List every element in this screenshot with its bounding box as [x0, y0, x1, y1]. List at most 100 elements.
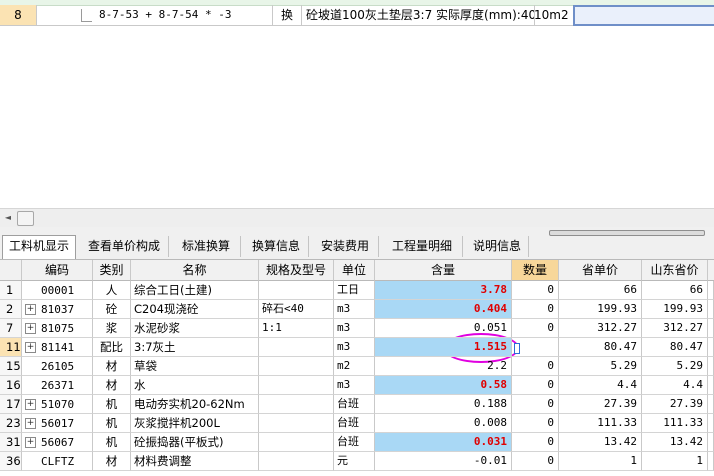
row-2-price-cell[interactable]: 199.93: [559, 300, 642, 319]
row-1-code-cell[interactable]: 00001: [22, 281, 93, 300]
expand-icon[interactable]: +: [25, 399, 36, 410]
row-15-qty-cell[interactable]: 2.2: [375, 357, 512, 376]
row-2-sd-cell[interactable]: 199.93: [642, 300, 708, 319]
expand-icon[interactable]: +: [25, 304, 36, 315]
row-1-qty-cell[interactable]: 3.78: [375, 281, 512, 300]
row-15-code-cell[interactable]: 26105: [22, 357, 93, 376]
row-7-code-cell[interactable]: +81075: [22, 319, 93, 338]
horizontal-scrollbar[interactable]: ◄: [0, 208, 714, 228]
row-2-cat-cell[interactable]: 砼: [93, 300, 131, 319]
row-23-count-cell[interactable]: 0: [512, 414, 559, 433]
row-31-unit-cell[interactable]: 台班: [334, 433, 375, 452]
row-17-price-cell[interactable]: 27.39: [559, 395, 642, 414]
tab-description[interactable]: 说明信息: [466, 236, 529, 257]
row-7-count-cell[interactable]: 0: [512, 319, 559, 338]
row-1-cat-cell[interactable]: 人: [93, 281, 131, 300]
code-cell[interactable]: 8-7-53 + 8-7-54 * -3: [37, 5, 273, 26]
row-17-sd-cell[interactable]: 27.39: [642, 395, 708, 414]
row-31-spec-cell[interactable]: [259, 433, 334, 452]
row-36-count-cell[interactable]: 0: [512, 452, 559, 471]
row-11-qty-cell[interactable]: 1.515: [375, 338, 512, 357]
row-1-num-cell[interactable]: 1: [0, 281, 22, 300]
row-11-sd-cell[interactable]: 80.47: [642, 338, 708, 357]
tab-install-fee[interactable]: 安装费用: [312, 236, 379, 257]
row-17-code-cell[interactable]: +51070: [22, 395, 93, 414]
row-23-num-cell[interactable]: 23: [0, 414, 22, 433]
row-11-code-cell[interactable]: +81141: [22, 338, 93, 357]
row-15-count-cell[interactable]: 0: [512, 357, 559, 376]
row-36-code-cell[interactable]: CLFTZ: [22, 452, 93, 471]
row-11-count-cell[interactable]: [512, 338, 559, 357]
row-17-qty-cell[interactable]: 0.188: [375, 395, 512, 414]
row-2-qty-cell[interactable]: 0.404: [375, 300, 512, 319]
row-15-sd-cell[interactable]: 5.29: [642, 357, 708, 376]
tab-quantity-detail[interactable]: 工程量明细: [382, 236, 463, 257]
scroll-thumb[interactable]: [17, 211, 34, 226]
row-31-num-cell[interactable]: 31: [0, 433, 22, 452]
row-7-cat-cell[interactable]: 浆: [93, 319, 131, 338]
row-23-price-cell[interactable]: 111.33: [559, 414, 642, 433]
row-36-sd-cell[interactable]: 1: [642, 452, 708, 471]
row-31-count-cell[interactable]: 0: [512, 433, 559, 452]
row-36-spec-cell[interactable]: [259, 452, 334, 471]
header-category[interactable]: 类别: [93, 260, 131, 281]
row-23-unit-cell[interactable]: 台班: [334, 414, 375, 433]
name-cell[interactable]: 砼坡道100灰土垫层3:7 实际厚度(mm):40: [302, 5, 535, 26]
header-code[interactable]: 编码: [22, 260, 93, 281]
row-31-name-cell[interactable]: 砼振捣器(平板式): [131, 433, 259, 452]
row-7-num-cell[interactable]: 7: [0, 319, 22, 338]
row-16-name-cell[interactable]: 水: [131, 376, 259, 395]
unit-cell[interactable]: 10m2: [531, 5, 575, 26]
row-31-qty-cell[interactable]: 0.031: [375, 433, 512, 452]
row-17-unit-cell[interactable]: 台班: [334, 395, 375, 414]
row-31-sd-cell[interactable]: 13.42: [642, 433, 708, 452]
row-36-unit-cell[interactable]: 元: [334, 452, 375, 471]
row-2-code-cell[interactable]: +81037: [22, 300, 93, 319]
row-15-num-cell[interactable]: 15: [0, 357, 22, 376]
expand-icon[interactable]: +: [25, 342, 36, 353]
header-shandong-price[interactable]: 山东省价: [642, 260, 708, 281]
row-16-code-cell[interactable]: 26371: [22, 376, 93, 395]
row-16-price-cell[interactable]: 4.4: [559, 376, 642, 395]
scroll-left-arrow-icon[interactable]: ◄: [3, 212, 13, 224]
row-23-name-cell[interactable]: 灰浆搅拌机200L: [131, 414, 259, 433]
row-2-name-cell[interactable]: C204现浇砼: [131, 300, 259, 319]
row-15-name-cell[interactable]: 草袋: [131, 357, 259, 376]
row-15-unit-cell[interactable]: m2: [334, 357, 375, 376]
row-1-spec-cell[interactable]: [259, 281, 334, 300]
row-1-unit-cell[interactable]: 工日: [334, 281, 375, 300]
row-2-unit-cell[interactable]: m3: [334, 300, 375, 319]
row-23-spec-cell[interactable]: [259, 414, 334, 433]
row-11-unit-cell[interactable]: m3: [334, 338, 375, 357]
row-7-sd-cell[interactable]: 312.27: [642, 319, 708, 338]
row-16-unit-cell[interactable]: m3: [334, 376, 375, 395]
row-15-cat-cell[interactable]: 材: [93, 357, 131, 376]
tab-unit-price[interactable]: 查看单价构成: [80, 236, 169, 257]
row-2-spec-cell[interactable]: 碎石<40: [259, 300, 334, 319]
expand-icon[interactable]: +: [25, 437, 36, 448]
row-36-cat-cell[interactable]: 材: [93, 452, 131, 471]
row-17-count-cell[interactable]: 0: [512, 395, 559, 414]
row-23-sd-cell[interactable]: 111.33: [642, 414, 708, 433]
row-7-name-cell[interactable]: 水泥砂浆: [131, 319, 259, 338]
row-31-code-cell[interactable]: +56067: [22, 433, 93, 452]
tab-conversion-info[interactable]: 换算信息: [244, 236, 309, 257]
row-31-price-cell[interactable]: 13.42: [559, 433, 642, 452]
row-15-spec-cell[interactable]: [259, 357, 334, 376]
panel-splitter[interactable]: [549, 230, 705, 236]
row-36-qty-cell[interactable]: -0.01: [375, 452, 512, 471]
row-23-cat-cell[interactable]: 机: [93, 414, 131, 433]
row-23-qty-cell[interactable]: 0.008: [375, 414, 512, 433]
row-16-spec-cell[interactable]: [259, 376, 334, 395]
row-2-num-cell[interactable]: 2: [0, 300, 22, 319]
row-16-sd-cell[interactable]: 4.4: [642, 376, 708, 395]
header-quantity[interactable]: 数量: [512, 260, 559, 281]
row-17-cat-cell[interactable]: 机: [93, 395, 131, 414]
expand-icon[interactable]: +: [25, 323, 36, 334]
row-number[interactable]: 8: [0, 5, 37, 26]
row-11-num-cell[interactable]: 11: [0, 338, 22, 357]
row-31-cat-cell[interactable]: 机: [93, 433, 131, 452]
row-16-num-cell[interactable]: 16: [0, 376, 22, 395]
row-23-code-cell[interactable]: +56017: [22, 414, 93, 433]
row-16-cat-cell[interactable]: 材: [93, 376, 131, 395]
